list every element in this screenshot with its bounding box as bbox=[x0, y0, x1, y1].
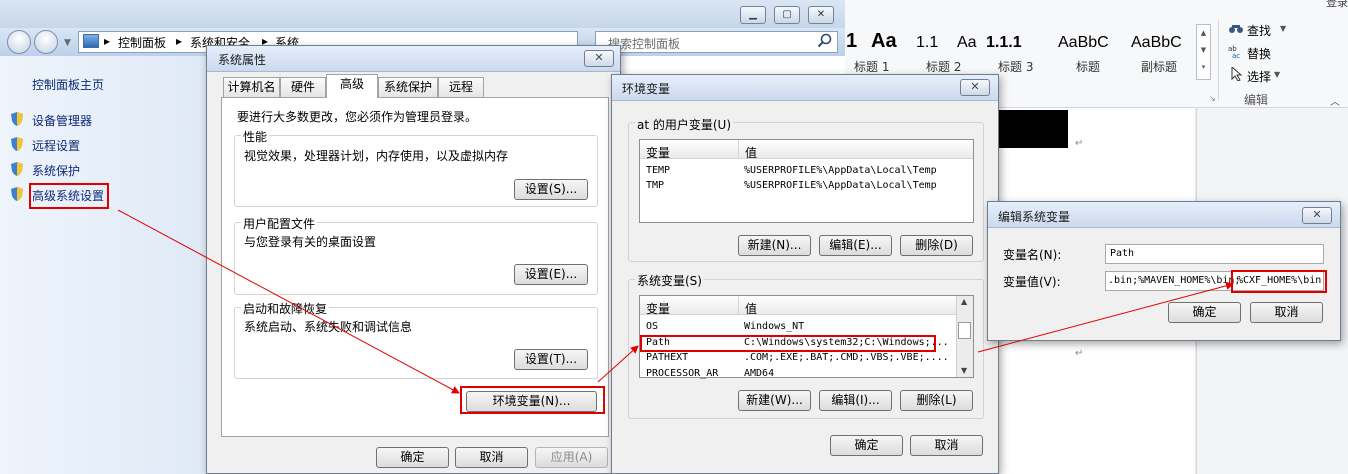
arrow-to-path-row bbox=[597, 345, 639, 383]
annotation-arrows bbox=[117, 209, 1234, 394]
arrow-to-cxf-home bbox=[977, 281, 1234, 353]
tab-advanced[interactable]: 高级 bbox=[326, 74, 378, 98]
arrow-to-env-button bbox=[117, 209, 460, 394]
